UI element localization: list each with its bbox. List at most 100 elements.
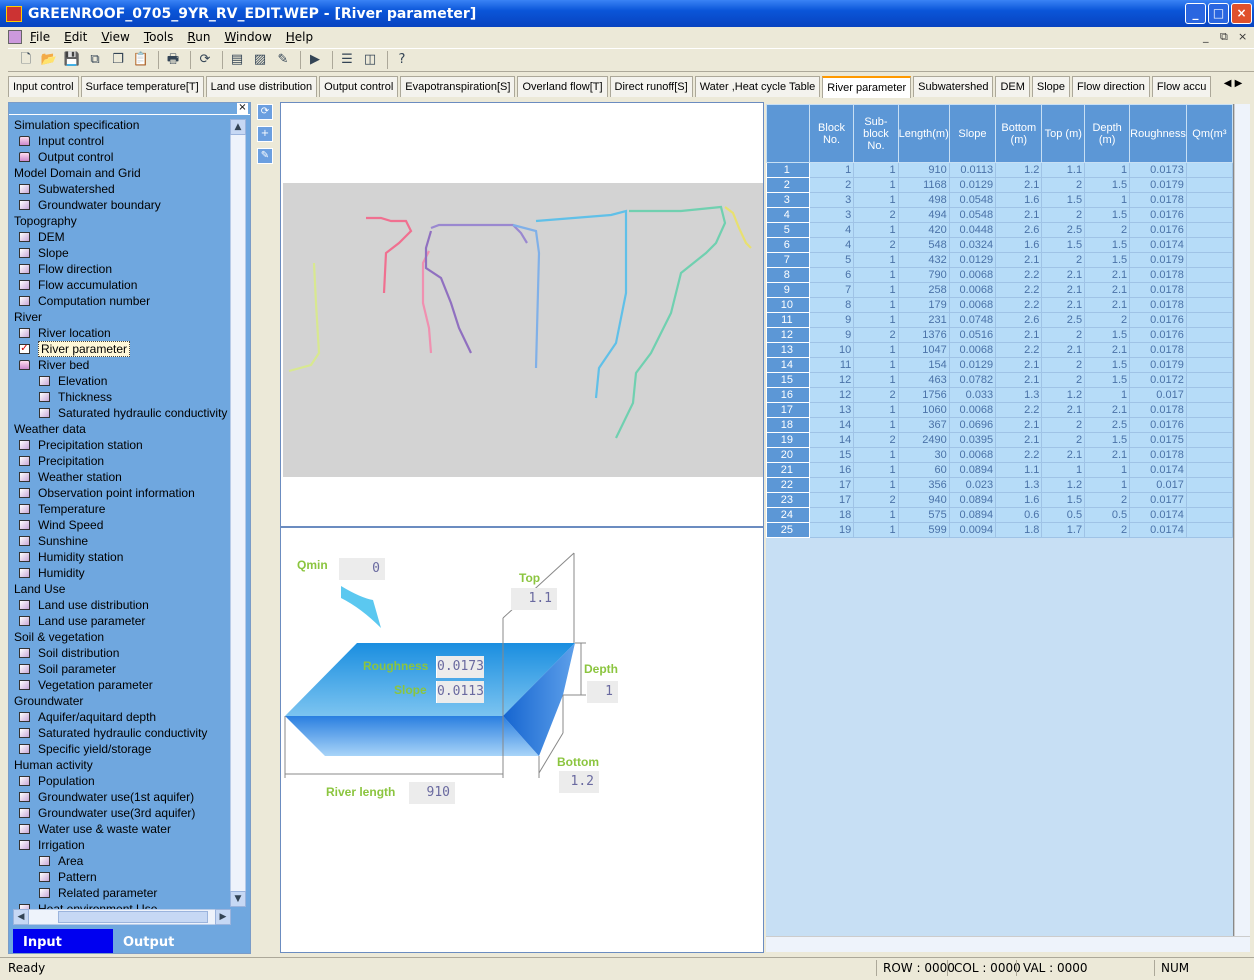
table-cell[interactable]: 2490: [897, 432, 950, 448]
column-header[interactable]: Roughness: [1129, 104, 1187, 163]
table-cell[interactable]: 420: [897, 222, 950, 238]
row-number[interactable]: 3: [766, 192, 810, 208]
tree-item[interactable]: Vegetation parameter: [9, 677, 234, 693]
tree-item[interactable]: Groundwater use(1st aquifer): [9, 789, 234, 805]
row-number[interactable]: 14: [766, 357, 810, 373]
table-cell[interactable]: 1: [853, 462, 899, 478]
table-cell[interactable]: 0.0176: [1129, 207, 1187, 223]
table-cell[interactable]: 0.0174: [1129, 462, 1187, 478]
bottom-field[interactable]: 1.2: [558, 771, 599, 793]
tree-item[interactable]: Specific yield/storage: [9, 741, 234, 757]
menu-help[interactable]: Help: [286, 30, 313, 44]
table-cell[interactable]: 2: [1041, 372, 1086, 388]
table-cell[interactable]: 1: [853, 417, 899, 433]
table-cell[interactable]: [1185, 252, 1233, 268]
table-cell[interactable]: 16: [808, 462, 855, 478]
row-number[interactable]: 4: [766, 207, 810, 223]
table-cell[interactable]: 1: [1041, 462, 1086, 478]
table-cell[interactable]: 1: [853, 162, 899, 178]
table-cell[interactable]: 1376: [897, 327, 950, 343]
table-cell[interactable]: [1185, 267, 1233, 283]
tree-item[interactable]: Saturated hydraulic conductivity: [9, 725, 234, 741]
tree-item[interactable]: Aquifer/aquitard depth: [9, 709, 234, 725]
table-cell[interactable]: 0.0068: [948, 402, 997, 418]
table-cell[interactable]: 1.6: [995, 192, 1043, 208]
table-cell[interactable]: 2: [853, 237, 899, 253]
table-cell[interactable]: [1185, 192, 1233, 208]
save-icon[interactable]: 💾: [62, 51, 82, 69]
tree-item[interactable]: Humidity station: [9, 549, 234, 565]
tree-item[interactable]: River bed: [9, 357, 234, 373]
table-cell[interactable]: 19: [808, 522, 855, 538]
scroll-thumb[interactable]: [58, 911, 208, 923]
table-cell[interactable]: 1: [1084, 462, 1131, 478]
table-cell[interactable]: 1.5: [1084, 177, 1131, 193]
menu-app-icon[interactable]: [8, 30, 22, 44]
table-cell[interactable]: 0.0179: [1129, 252, 1187, 268]
column-header[interactable]: Top (m): [1041, 104, 1086, 163]
table-cell[interactable]: [1185, 522, 1233, 538]
column-header[interactable]: Qm(m³: [1185, 104, 1233, 163]
table-cell[interactable]: 2.1: [995, 372, 1043, 388]
table-cell[interactable]: 2.1: [995, 177, 1043, 193]
table-cell[interactable]: 6: [808, 267, 855, 283]
table-cell[interactable]: 1: [1084, 192, 1131, 208]
table-cell[interactable]: 1.5: [1084, 327, 1131, 343]
row-number[interactable]: 11: [766, 312, 810, 328]
table-cell[interactable]: 2.1: [995, 357, 1043, 373]
table-cell[interactable]: 2: [853, 432, 899, 448]
table-cell[interactable]: 1.5: [1041, 492, 1086, 508]
table-cell[interactable]: 548: [897, 237, 950, 253]
table-cell[interactable]: 1: [853, 252, 899, 268]
column-header[interactable]: Length(m): [897, 104, 950, 163]
tree-item[interactable]: Pattern: [9, 869, 234, 885]
panel-grip[interactable]: ×: [9, 103, 250, 115]
mdi-close-button[interactable]: ×: [1238, 30, 1247, 43]
table-cell[interactable]: 0.0068: [948, 342, 997, 358]
tree-item[interactable]: Subwatershed: [9, 181, 234, 197]
tab-output-control[interactable]: Output control: [319, 76, 399, 97]
table-cell[interactable]: 2.1: [1084, 447, 1131, 463]
table-cell[interactable]: 1.7: [1041, 522, 1086, 538]
table-cell[interactable]: [1185, 492, 1233, 508]
row-number[interactable]: 18: [766, 417, 810, 433]
table-cell[interactable]: 2: [1041, 432, 1086, 448]
tree-item[interactable]: Heat environment Use: [9, 901, 234, 909]
table-cell[interactable]: 0.0178: [1129, 447, 1187, 463]
table-cell[interactable]: 0.0178: [1129, 192, 1187, 208]
copy-icon[interactable]: ❐: [108, 51, 128, 69]
river-length-field[interactable]: 910: [408, 782, 455, 804]
row-number[interactable]: 13: [766, 342, 810, 358]
open-icon[interactable]: 📂: [39, 51, 59, 69]
table-cell[interactable]: 1756: [897, 387, 950, 403]
slope-field[interactable]: 0.0113: [436, 681, 484, 703]
column-header[interactable]: Sub-block No.: [853, 104, 899, 163]
table-cell[interactable]: [1185, 432, 1233, 448]
table-cell[interactable]: 2: [1041, 327, 1086, 343]
tree-item[interactable]: DEM: [9, 229, 234, 245]
row-number[interactable]: 20: [766, 447, 810, 463]
table-cell[interactable]: 17: [808, 492, 855, 508]
tree-item[interactable]: Wind Speed: [9, 517, 234, 533]
table-cell[interactable]: 1.6: [995, 237, 1043, 253]
table-cell[interactable]: 2: [1084, 312, 1131, 328]
table-cell[interactable]: 15: [808, 447, 855, 463]
table-cell[interactable]: 0.0068: [948, 447, 997, 463]
table-cell[interactable]: 2: [853, 387, 899, 403]
table-cell[interactable]: 2.6: [995, 222, 1043, 238]
mdi-restore-button[interactable]: ⧉: [1220, 30, 1228, 44]
table-cell[interactable]: 0.0395: [948, 432, 997, 448]
table-cell[interactable]: 2.1: [1041, 402, 1086, 418]
close-panel-icon[interactable]: ×: [237, 103, 248, 114]
row-number[interactable]: 16: [766, 387, 810, 403]
table-cell[interactable]: 154: [897, 357, 950, 373]
table-cell[interactable]: 1.5: [1084, 237, 1131, 253]
table-cell[interactable]: [1185, 402, 1233, 418]
table-cell[interactable]: 2: [1084, 492, 1131, 508]
table-cell[interactable]: [1185, 477, 1233, 493]
table-cell[interactable]: 1: [853, 447, 899, 463]
table-cell[interactable]: 1047: [897, 342, 950, 358]
table-cell[interactable]: 2.1: [1041, 447, 1086, 463]
tree-item[interactable]: Observation point information: [9, 485, 234, 501]
table-cell[interactable]: 0.5: [1084, 507, 1131, 523]
